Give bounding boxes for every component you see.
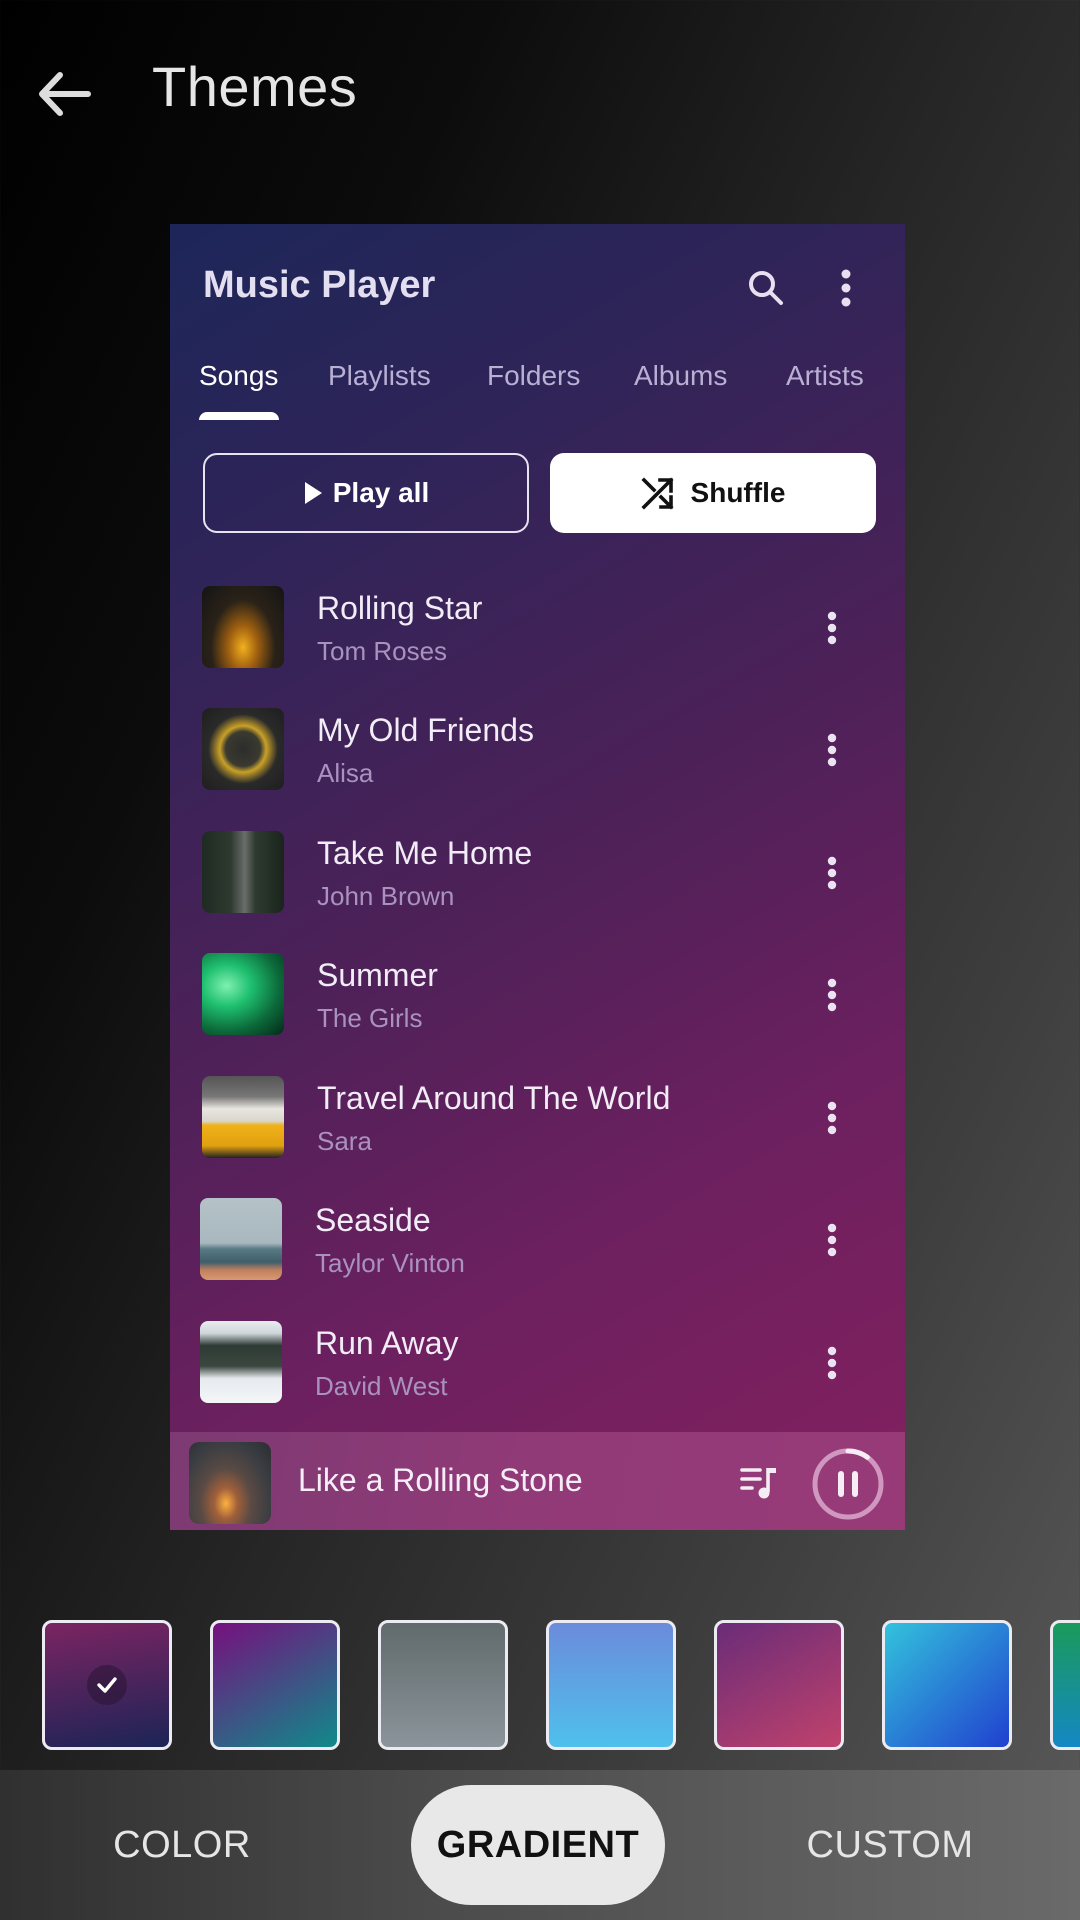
tab-playlists[interactable]: Playlists <box>328 360 431 392</box>
more-vertical-icon <box>827 1223 837 1257</box>
queue-button[interactable] <box>736 1458 784 1506</box>
song-more-button[interactable] <box>810 726 854 774</box>
green-concert-photo <box>202 953 284 1035</box>
song-more-button[interactable] <box>810 971 854 1019</box>
queue-music-icon <box>740 1468 776 1499</box>
tab-folders[interactable]: Folders <box>487 360 580 392</box>
shuffle-label: Shuffle <box>690 477 786 508</box>
song-artist: Sara <box>317 1126 372 1156</box>
snowy-forest-photo <box>200 1321 282 1403</box>
more-vertical-icon <box>827 611 837 645</box>
song-title: Summer <box>317 957 438 993</box>
mode-tab-gradient[interactable]: GRADIENT <box>411 1770 665 1920</box>
song-artist: Taylor Vinton <box>315 1248 465 1278</box>
play-all-button[interactable]: Play all <box>203 453 529 533</box>
swatch-cyan-blue[interactable] <box>882 1620 1012 1750</box>
more-vertical-icon <box>827 978 837 1012</box>
song-title: Rolling Star <box>317 590 483 626</box>
theme-preview-card: Music Player Songs Playlists Folders Alb… <box>170 224 905 1530</box>
song-title: Travel Around The World <box>317 1080 671 1116</box>
song-artist: Tom Roses <box>317 636 448 666</box>
forest-road-photo <box>202 831 284 913</box>
shuffle-icon <box>641 477 674 510</box>
song-artist: The Girls <box>317 1003 423 1033</box>
swatch-slate-gray[interactable] <box>378 1620 508 1750</box>
more-vertical-icon <box>841 269 851 307</box>
more-options-button[interactable] <box>822 264 870 312</box>
swatch-purple-navy[interactable] <box>42 1620 172 1750</box>
song-artist: John Brown <box>317 881 455 911</box>
tab-songs[interactable]: Songs <box>199 360 278 392</box>
check-icon <box>87 1665 127 1705</box>
song-row[interactable]: Take Me Home John Brown <box>170 811 905 933</box>
song-title: Seaside <box>315 1202 431 1238</box>
more-vertical-icon <box>827 1346 837 1380</box>
tab-artists[interactable]: Artists <box>786 360 864 392</box>
song-row[interactable]: Seaside Taylor Vinton <box>170 1178 905 1300</box>
song-more-button[interactable] <box>810 1216 854 1264</box>
more-vertical-icon <box>827 856 837 890</box>
search-icon <box>749 271 783 305</box>
seaside-photo <box>200 1198 282 1280</box>
pause-button[interactable] <box>810 1446 886 1522</box>
pause-icon <box>838 1471 858 1497</box>
song-title: My Old Friends <box>317 712 534 748</box>
song-more-button[interactable] <box>810 604 854 652</box>
more-vertical-icon <box>827 1101 837 1135</box>
shuffle-button[interactable]: Shuffle <box>550 453 876 533</box>
arrow-back-icon <box>39 72 91 116</box>
song-artist: Alisa <box>317 758 374 788</box>
song-row[interactable]: My Old Friends Alisa <box>170 688 905 810</box>
now-playing-title: Like a Rolling Stone <box>298 1462 583 1498</box>
mode-tab-color[interactable]: COLOR <box>82 1770 282 1920</box>
swatch-violet-teal[interactable] <box>210 1620 340 1750</box>
song-row[interactable]: Travel Around The World Sara <box>170 1056 905 1178</box>
concert-crowd-photo <box>202 586 284 668</box>
app-title: Music Player <box>203 264 436 306</box>
mode-tab-label: CUSTOM <box>806 1823 974 1866</box>
song-row[interactable]: Rolling Star Tom Roses <box>170 566 905 688</box>
yellow-van-photo <box>202 1076 284 1158</box>
mode-tab-label: GRADIENT <box>411 1785 665 1905</box>
swatch-periwinkle-sky[interactable] <box>546 1620 676 1750</box>
playback-progress-ring <box>812 1448 884 1520</box>
song-title: Run Away <box>315 1325 459 1361</box>
song-row[interactable]: Summer The Girls <box>170 933 905 1055</box>
song-more-button[interactable] <box>810 1094 854 1142</box>
song-row[interactable]: Run Away David West <box>170 1301 905 1423</box>
progress-arc <box>845 1448 870 1460</box>
song-more-button[interactable] <box>810 1339 854 1387</box>
mode-tab-custom[interactable]: CUSTOM <box>790 1770 990 1920</box>
theme-mode-bar: COLOR GRADIENT CUSTOM <box>0 1770 1080 1920</box>
back-button[interactable] <box>28 58 100 130</box>
play-all-label: Play all <box>332 477 430 508</box>
active-tab-indicator <box>199 412 279 420</box>
vinyl-record-photo <box>202 708 284 790</box>
play-icon <box>304 482 322 504</box>
song-more-button[interactable] <box>810 849 854 897</box>
mini-player[interactable]: Like a Rolling Stone <box>170 1432 905 1530</box>
swatch-plum-rose[interactable] <box>714 1620 844 1750</box>
mode-tab-label: COLOR <box>113 1823 251 1866</box>
guitarist-photo <box>189 1442 271 1524</box>
category-tabs: Songs Playlists Folders Albums Artists <box>170 360 905 424</box>
song-title: Take Me Home <box>317 835 533 871</box>
search-button[interactable] <box>742 264 790 312</box>
song-artist: David West <box>315 1371 448 1401</box>
tab-albums[interactable]: Albums <box>634 360 727 392</box>
more-vertical-icon <box>827 733 837 767</box>
swatch-green-teal[interactable] <box>1050 1620 1080 1750</box>
page-title: Themes <box>152 55 358 118</box>
